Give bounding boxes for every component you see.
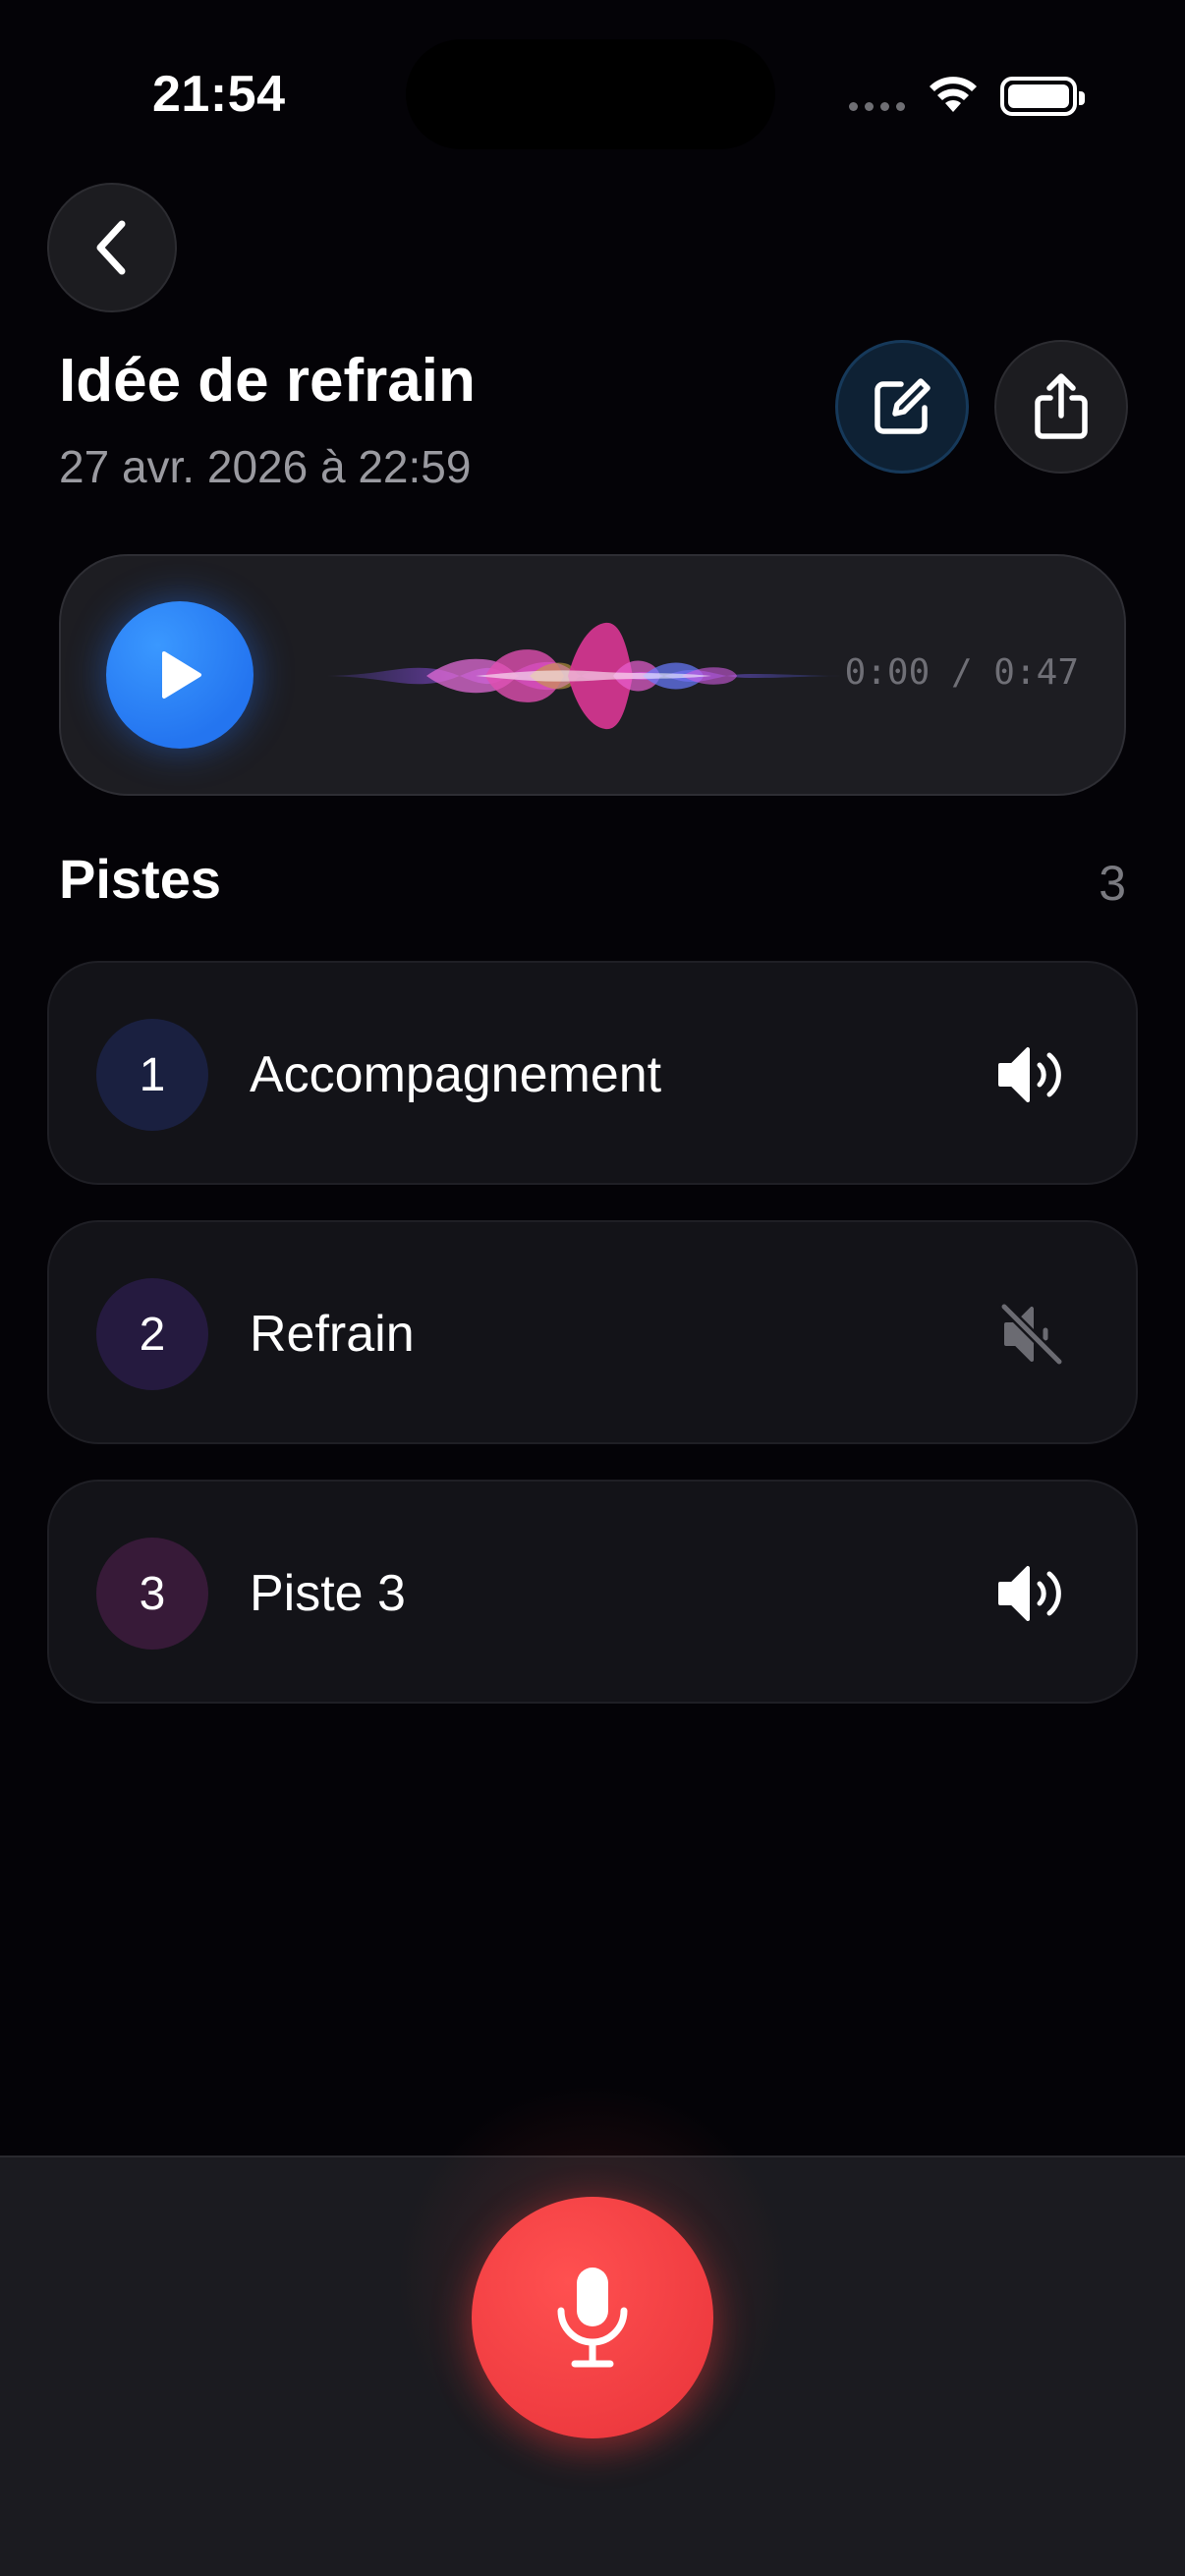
screen: 21:54 Idée de refrain 27 avr. 2026 à 22:… <box>0 0 1185 2576</box>
track-name: Accompagnement <box>250 1046 662 1103</box>
page-title: Idée de refrain <box>59 347 476 415</box>
track-row-3[interactable]: 3 Piste 3 <box>47 1480 1138 1704</box>
recording-date: 27 avr. 2026 à 22:59 <box>59 441 472 492</box>
tracks-count: 3 <box>1099 856 1126 911</box>
track-number-badge: 2 <box>96 1278 208 1390</box>
playback-time: 0:00 / 0:47 <box>844 652 1079 693</box>
track-row-1[interactable]: 1 Accompagnement <box>47 961 1138 1185</box>
wifi-icon <box>930 77 977 112</box>
share-button[interactable] <box>994 340 1128 474</box>
status-time: 21:54 <box>152 66 286 123</box>
share-icon <box>1035 373 1088 439</box>
track-number-badge: 3 <box>96 1538 208 1650</box>
speaker-muted-icon[interactable] <box>994 1297 1069 1372</box>
microphone-icon <box>557 2268 628 2368</box>
edit-icon <box>875 378 931 434</box>
tracks-section-title: Pistes <box>59 848 221 910</box>
dynamic-island <box>406 39 775 149</box>
chevron-left-icon <box>96 220 126 275</box>
track-number-badge: 1 <box>96 1019 208 1131</box>
track-row-2[interactable]: 2 Refrain <box>47 1220 1138 1444</box>
speaker-icon[interactable] <box>994 1556 1069 1631</box>
play-icon <box>162 651 201 699</box>
edit-button[interactable] <box>835 340 969 474</box>
track-name: Refrain <box>250 1306 415 1363</box>
battery-icon <box>1000 77 1085 116</box>
waveform[interactable] <box>318 607 849 745</box>
play-button[interactable] <box>106 601 254 749</box>
cellular-signal-icon <box>849 102 905 111</box>
audio-player: 0:00 / 0:47 <box>59 554 1126 796</box>
record-button[interactable] <box>472 2197 713 2438</box>
back-button[interactable] <box>47 183 177 312</box>
track-name: Piste 3 <box>250 1565 406 1622</box>
speaker-icon[interactable] <box>994 1037 1069 1112</box>
